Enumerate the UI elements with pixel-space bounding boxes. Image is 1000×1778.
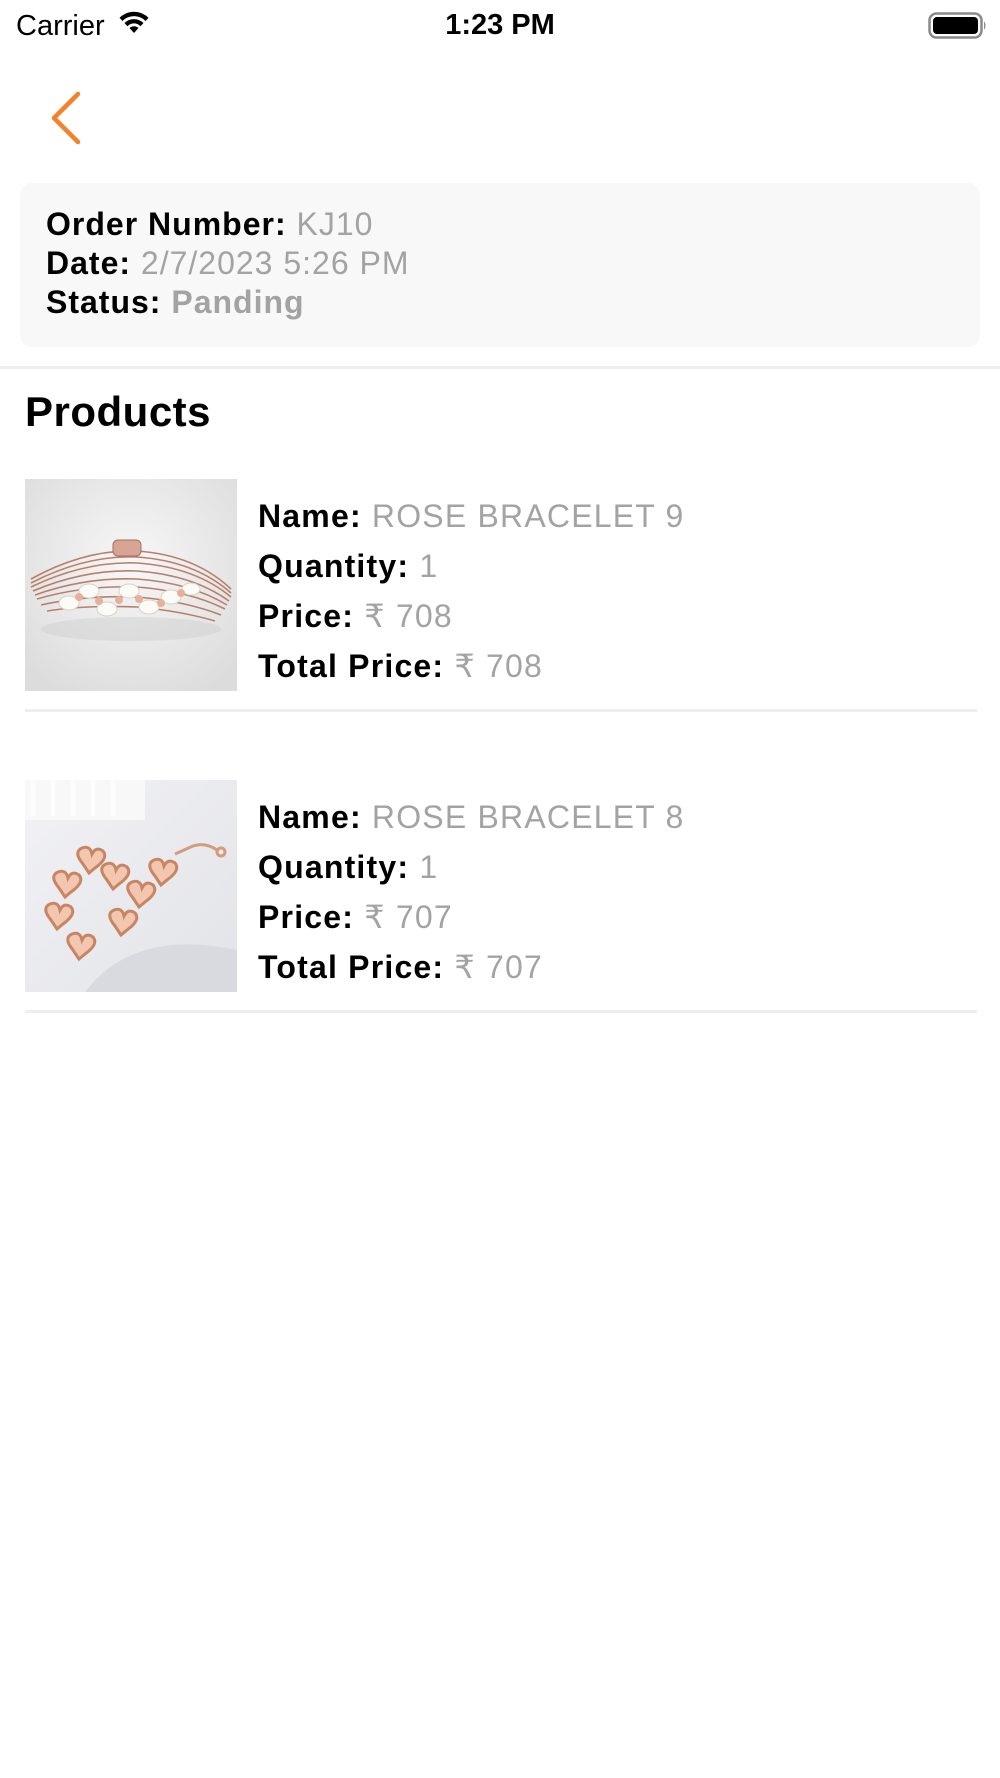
product-price-row: Price: ₹ 708 [258,591,685,641]
product-total-price-label: Total Price: [258,648,445,684]
product-name-value: ROSE BRACELET 9 [371,498,685,534]
item-divider [25,709,977,712]
order-summary-card: Order Number: KJ10 Date: 2/7/2023 5:26 P… [20,183,980,347]
product-quantity-row: Quantity: 1 [258,541,685,591]
product-total-price-row: Total Price: ₹ 707 [258,942,685,992]
product-quantity-value: 1 [419,849,439,885]
order-date-row: Date: 2/7/2023 5:26 PM [46,244,954,283]
back-button[interactable] [40,88,94,148]
product-total-price-label: Total Price: [258,949,445,985]
status-time: 1:23 PM [445,9,555,41]
order-date-value: 2/7/2023 5:26 PM [140,245,410,281]
product-name-row: Name: ROSE BRACELET 9 [258,491,685,541]
battery-icon [928,12,988,45]
product-quantity-value: 1 [419,548,439,584]
order-status-value: Panding [171,284,305,320]
chevron-left-icon [51,91,81,145]
product-name-label: Name: [258,498,362,534]
order-status-label: Status: [46,284,162,320]
status-bar: Carrier 1:23 PM [0,0,1000,54]
product-quantity-label: Quantity: [258,548,410,584]
order-number-label: Order Number: [46,206,287,242]
product-image [25,780,237,992]
product-info: Name: ROSE BRACELET 8 Quantity: 1 Price:… [258,792,685,992]
section-divider [0,366,1000,369]
product-total-price-value: ₹ 708 [454,648,544,684]
product-name-label: Name: [258,799,362,835]
order-number-value: KJ10 [296,206,374,242]
product-item[interactable]: Name: ROSE BRACELET 9 Quantity: 1 Price:… [25,479,977,712]
order-status-row: Status: Panding [46,283,954,322]
products-heading: Products [25,388,212,435]
product-name-value: ROSE BRACELET 8 [371,799,685,835]
product-price-row: Price: ₹ 707 [258,892,685,942]
order-number-row: Order Number: KJ10 [46,205,954,244]
product-name-row: Name: ROSE BRACELET 8 [258,792,685,842]
order-date-label: Date: [46,245,132,281]
product-total-price-row: Total Price: ₹ 708 [258,641,685,691]
product-price-value: ₹ 707 [364,899,453,935]
product-quantity-label: Quantity: [258,849,410,885]
product-total-price-value: ₹ 707 [454,949,544,985]
product-item[interactable]: Name: ROSE BRACELET 8 Quantity: 1 Price:… [25,780,977,1013]
product-info: Name: ROSE BRACELET 9 Quantity: 1 Price:… [258,491,685,691]
product-price-label: Price: [258,598,355,634]
product-image [25,479,237,691]
product-price-label: Price: [258,899,355,935]
product-price-value: ₹ 708 [364,598,453,634]
product-quantity-row: Quantity: 1 [258,842,685,892]
item-divider [25,1010,977,1013]
